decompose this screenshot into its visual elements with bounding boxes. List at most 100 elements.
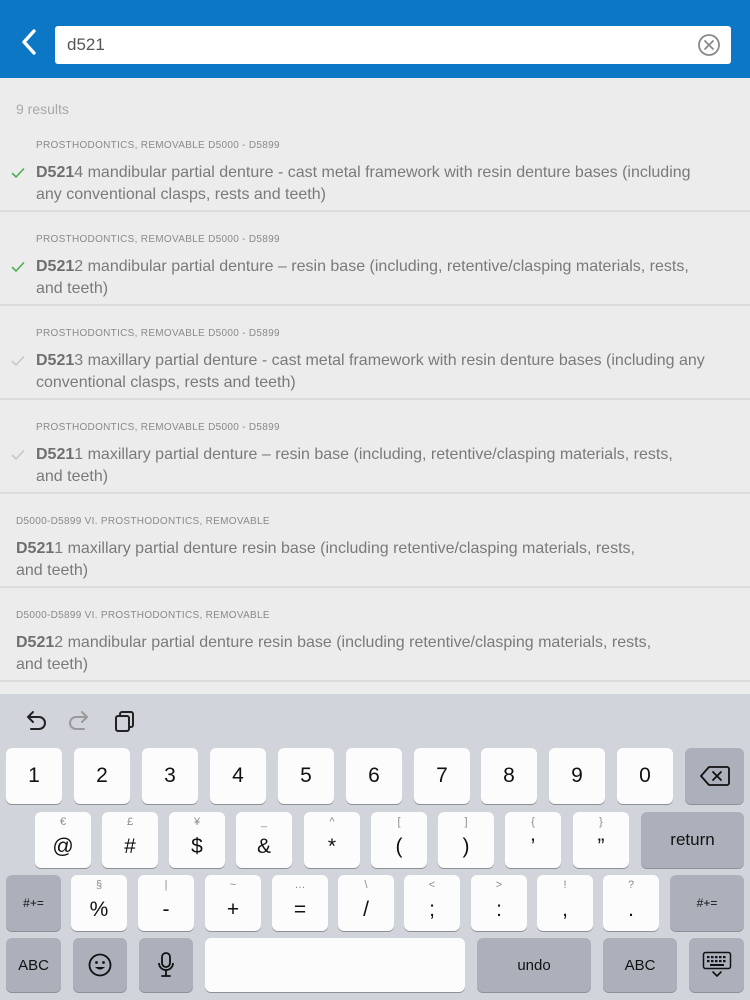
backspace-icon — [699, 766, 730, 786]
key-alt-label: ] — [464, 816, 468, 828]
clear-search-button[interactable] — [697, 33, 721, 57]
result-item[interactable]: D5000-D5899 VI. PROSTHODONTICS, REMOVABL… — [0, 494, 750, 588]
key-alt-label: [ — [397, 816, 401, 828]
abc-key[interactable]: ABC — [603, 938, 677, 992]
symbol-key[interactable]: ¥ $ — [169, 812, 225, 868]
results-count: 9 results — [16, 101, 69, 117]
emoji-key[interactable] — [73, 938, 127, 992]
key-label: % — [89, 898, 109, 921]
key-alt-label: } — [599, 816, 603, 828]
description-line-2: and teeth) — [16, 562, 89, 579]
paste-button[interactable] — [112, 708, 138, 734]
symbol-key[interactable]: }” — [573, 812, 629, 868]
key-6[interactable]: 6 — [346, 748, 402, 804]
delete-key[interactable] — [685, 748, 744, 804]
result-description: D5211 maxillary partial denture – resin … — [36, 444, 673, 488]
key-alt-label: £ — [126, 816, 134, 828]
key-label: + — [226, 898, 240, 921]
matched-code: D521 — [36, 164, 75, 181]
key-1[interactable]: 1 — [6, 748, 62, 804]
key-label: . — [628, 898, 634, 921]
emoji-face-icon — [88, 953, 112, 977]
back-button[interactable] — [14, 26, 46, 58]
key-0[interactable]: 0 — [617, 748, 673, 804]
result-item[interactable]: PROSTHODONTICS, REMOVABLE D5000 - D5899 D… — [0, 212, 750, 306]
undo-arrow-icon — [27, 711, 46, 730]
shift-symbols-key[interactable]: #+= — [670, 875, 744, 931]
result-item[interactable]: D5000-D5899 VI. PROSTHODONTICS, REMOVABL… — [0, 588, 750, 682]
key-alt-label: ! — [563, 879, 567, 891]
key-label: # — [124, 835, 136, 858]
return-key[interactable]: return — [641, 812, 744, 868]
description-line-1: mandibular partial denture – resin base … — [83, 258, 689, 275]
redo-arrow-icon — [69, 711, 88, 730]
key-label: = — [293, 898, 307, 921]
symbol-key[interactable]: … = — [272, 875, 328, 931]
symbol-key[interactable]: {’ — [505, 812, 561, 868]
symbol-key[interactable]: ^ * — [304, 812, 360, 868]
key-8[interactable]: 8 — [481, 748, 537, 804]
key-4[interactable]: 4 — [210, 748, 266, 804]
symbol-key[interactable]: §% — [71, 875, 127, 931]
key-9[interactable]: 9 — [549, 748, 605, 804]
key-7[interactable]: 7 — [414, 748, 470, 804]
symbol-key[interactable]: >: — [471, 875, 527, 931]
result-item[interactable]: PROSTHODONTICS, REMOVABLE D5000 - D5899 D… — [0, 118, 750, 212]
space-key[interactable] — [205, 938, 465, 992]
result-item[interactable]: PROSTHODONTICS, REMOVABLE D5000 - D5899 D… — [0, 306, 750, 400]
dictation-key[interactable] — [139, 938, 193, 992]
result-category: PROSTHODONTICS, REMOVABLE D5000 - D5899 — [36, 328, 280, 339]
key-alt-label: ~ — [229, 879, 237, 891]
key-alt-label: ¥ — [193, 816, 201, 828]
symbol-key[interactable]: [( — [371, 812, 427, 868]
key-2[interactable]: 2 — [74, 748, 130, 804]
result-description: D5212 mandibular partial denture – resin… — [36, 256, 689, 300]
symbol-key[interactable]: ?. — [603, 875, 659, 931]
key-label: ( — [395, 835, 403, 858]
symbol-key[interactable]: \ / — [338, 875, 394, 931]
undo-key[interactable]: undo — [477, 938, 591, 992]
search-input[interactable] — [67, 26, 687, 64]
matched-code: D521 — [36, 258, 75, 275]
key-alt-label: § — [95, 879, 103, 891]
symbol-key[interactable]: !, — [537, 875, 593, 931]
hide-keyboard-key[interactable] — [689, 938, 744, 992]
undo-button[interactable] — [22, 708, 48, 734]
key-label: : — [496, 898, 502, 921]
key-label: ) — [462, 835, 470, 858]
matched-code: D521 — [36, 352, 75, 369]
result-item[interactable]: PROSTHODONTICS, REMOVABLE D5000 - D5899 D… — [0, 400, 750, 494]
key-label: , — [562, 898, 568, 921]
key-5[interactable]: 5 — [278, 748, 334, 804]
symbol-key[interactable]: ]) — [438, 812, 494, 868]
code-suffix: 3 — [74, 352, 84, 369]
redo-button[interactable] — [67, 708, 93, 734]
on-screen-keyboard: 1 2 3 4 5 6 7 8 9 0 € @ £ # ¥ $ _ & ^ *[(]){’}” return #+= §% |… — [0, 694, 750, 1000]
symbol-key[interactable]: € @ — [35, 812, 91, 868]
clipboard-icon — [115, 711, 134, 732]
key-label: ” — [597, 835, 605, 858]
abc-key[interactable]: ABC — [6, 938, 61, 992]
checkmark-icon — [11, 262, 25, 273]
symbol-key[interactable]: <; — [404, 875, 460, 931]
keyboard-dismiss-icon — [702, 951, 731, 977]
description-line-1: mandibular partial denture - cast metal … — [83, 164, 691, 181]
description-line-2: any conventional clasps, rests and teeth… — [36, 186, 326, 203]
result-description: D5211 maxillary partial denture resin ba… — [16, 538, 635, 582]
symbol-key[interactable]: £ # — [102, 812, 158, 868]
symbol-key[interactable]: | - — [138, 875, 194, 931]
result-category: PROSTHODONTICS, REMOVABLE D5000 - D5899 — [36, 234, 280, 245]
result-category: PROSTHODONTICS, REMOVABLE D5000 - D5899 — [36, 140, 280, 151]
result-category: D5000-D5899 VI. PROSTHODONTICS, REMOVABL… — [16, 516, 270, 527]
key-3[interactable]: 3 — [142, 748, 198, 804]
key-label: * — [327, 835, 337, 858]
shift-symbols-key[interactable]: #+= — [6, 875, 61, 931]
key-label: ’ — [530, 835, 536, 858]
symbol-key[interactable]: ~ + — [205, 875, 261, 931]
description-line-1: maxillary partial denture - cast metal f… — [83, 352, 705, 369]
key-alt-label: … — [294, 879, 306, 891]
checkmark-icon — [11, 356, 25, 367]
key-alt-label: ? — [627, 879, 635, 891]
key-alt-label: \ — [364, 879, 368, 891]
symbol-key[interactable]: _ & — [236, 812, 292, 868]
